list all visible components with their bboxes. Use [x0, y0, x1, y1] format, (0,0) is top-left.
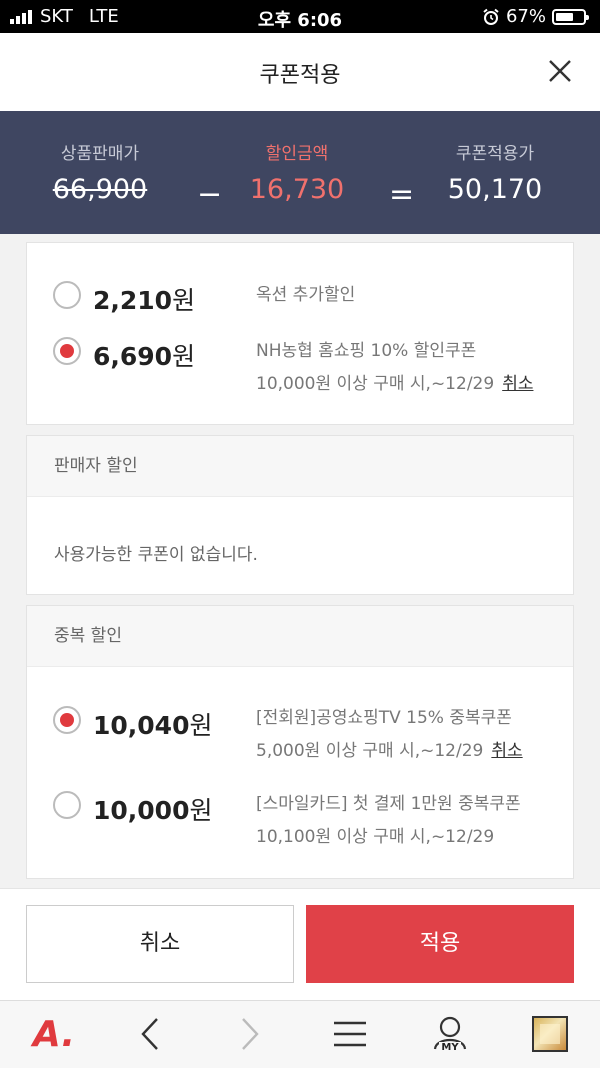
cancel-button[interactable]: 취소 — [26, 905, 294, 983]
coupon-amount: 10,000원 — [93, 791, 213, 827]
status-bar: SKT LTE 오후 6:06 67% — [0, 0, 600, 33]
coupon-amount: 10,040원 — [93, 706, 213, 742]
duplicate-discount-card: 중복 할인 10,040원 [전회원]공영쇼핑TV 15% 중복쿠폰 5,000… — [26, 605, 574, 879]
close-icon[interactable] — [542, 53, 578, 89]
tab-preview-image — [532, 1016, 568, 1052]
coupon-card: 2,210원 옥션 추가할인 6,690원 NH농협 홈쇼핑 10% 할인쿠폰 … — [26, 242, 574, 425]
original-price-value: 66,900 — [52, 174, 148, 205]
page-title: 쿠폰적용 — [259, 63, 341, 88]
coupon-condition: 10,000원 이상 구매 시,~12/29 — [256, 374, 495, 394]
battery-icon — [552, 8, 589, 25]
amount-unit: 원 — [189, 796, 213, 825]
alarm-icon — [483, 8, 499, 25]
amount-value: 10,000 — [93, 796, 190, 825]
coupon-condition: 5,000원 이상 구매 시,~12/29 — [256, 741, 484, 761]
coupon-amount: 6,690원 — [93, 337, 195, 373]
action-bar: 취소 적용 — [0, 888, 600, 1001]
coupon-desc: 옥션 추가할인 — [256, 285, 356, 305]
coupon-condition: 10,100원 이상 구매 시,~12/29 — [256, 827, 495, 847]
amount-value: 2,210 — [93, 286, 173, 315]
section-title: 판매자 할인 — [27, 436, 573, 497]
section-title: 중복 할인 — [27, 606, 573, 667]
coupon-desc: [전회원]공영쇼핑TV 15% 중복쿠폰 5,000원 이상 구매 시,~12/… — [256, 702, 523, 768]
price-summary: 상품판매가 66,900 − 할인금액 16,730 = 쿠폰적용가 50,17… — [0, 111, 600, 234]
forward-icon[interactable] — [228, 1011, 272, 1057]
modal-header: 쿠폰적용 — [0, 33, 600, 112]
my-label: MY — [439, 1041, 461, 1053]
tab-thumbnail[interactable] — [530, 1011, 570, 1057]
radio-button-selected[interactable] — [53, 337, 81, 365]
coupon-title: [스마일카드] 첫 결제 1만원 중복쿠폰 — [256, 794, 521, 814]
radio-button[interactable] — [53, 281, 81, 309]
menu-icon[interactable] — [330, 1011, 370, 1057]
coupon-title: [전회원]공영쇼핑TV 15% 중복쿠폰 — [256, 708, 512, 728]
amount-value: 10,040 — [93, 711, 190, 740]
empty-message: 사용가능한 쿠폰이 없습니다. — [54, 545, 258, 565]
original-price-label: 상품판매가 — [60, 144, 140, 164]
discount-amount: 할인금액 16,730 — [207, 139, 387, 205]
browser-toolbar: A. MY — [0, 1000, 600, 1068]
amount-value: 6,690 — [93, 342, 173, 371]
apply-button[interactable]: 적용 — [306, 905, 574, 983]
cancel-coupon-link[interactable]: 취소 — [491, 741, 522, 761]
my-page-icon[interactable]: MY — [428, 1011, 472, 1057]
amount-unit: 원 — [172, 286, 196, 315]
coupon-list[interactable]: 2,210원 옥션 추가할인 6,690원 NH농협 홈쇼핑 10% 할인쿠폰 … — [0, 234, 600, 888]
final-price-label: 쿠폰적용가 — [455, 144, 535, 164]
discount-label: 할인금액 — [265, 144, 329, 164]
seller-discount-card: 판매자 할인 사용가능한 쿠폰이 없습니다. — [26, 435, 574, 595]
auction-logo-icon[interactable]: A. — [28, 1011, 80, 1057]
battery-percent: 67% — [505, 6, 546, 27]
original-price: 상품판매가 66,900 — [10, 139, 190, 205]
radio-button-selected[interactable] — [53, 706, 81, 734]
back-icon[interactable] — [128, 1011, 172, 1057]
cancel-coupon-link[interactable]: 취소 — [502, 374, 533, 394]
final-price-value: 50,170 — [447, 174, 543, 205]
amount-unit: 원 — [172, 342, 196, 371]
amount-unit: 원 — [189, 711, 213, 740]
final-price: 쿠폰적용가 50,170 — [405, 139, 585, 205]
discount-value: 16,730 — [249, 174, 345, 205]
coupon-amount: 2,210원 — [93, 281, 195, 317]
radio-button[interactable] — [53, 791, 81, 819]
coupon-title: NH농협 홈쇼핑 10% 할인쿠폰 — [256, 341, 477, 361]
coupon-desc: [스마일카드] 첫 결제 1만원 중복쿠폰 10,100원 이상 구매 시,~1… — [256, 788, 521, 854]
coupon-desc: NH농협 홈쇼핑 10% 할인쿠폰 10,000원 이상 구매 시,~12/29… — [256, 335, 533, 401]
